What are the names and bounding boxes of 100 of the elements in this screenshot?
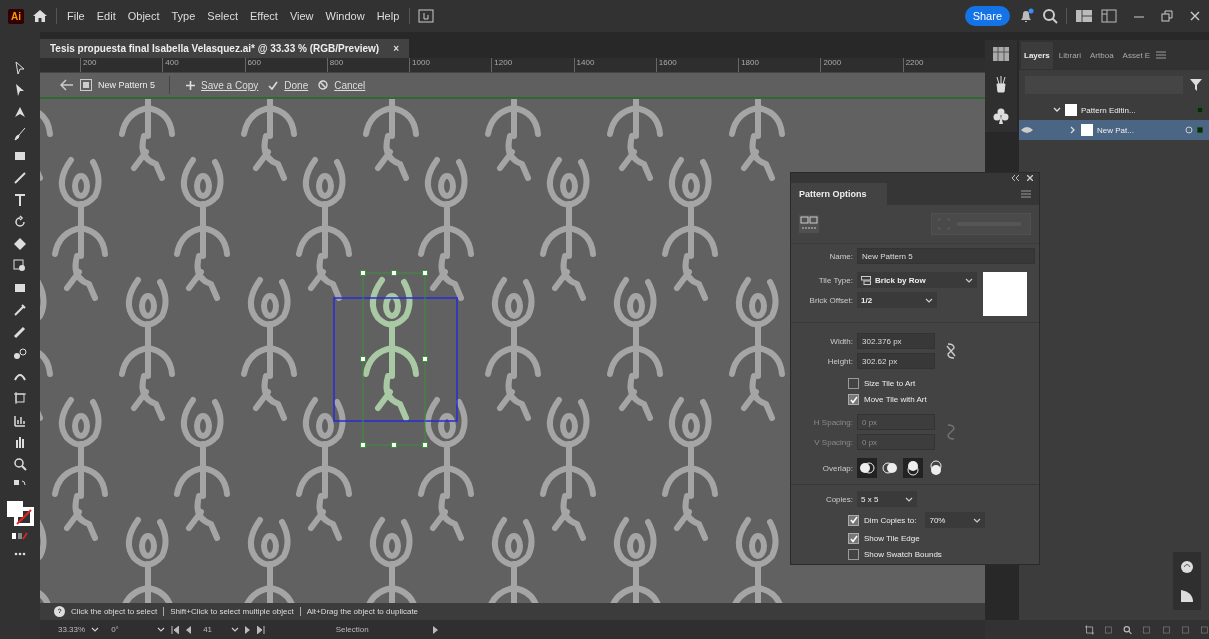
panel-tab[interactable]: Asset E — [1119, 41, 1154, 69]
checkbox[interactable] — [848, 549, 859, 560]
tile-type-dropdown[interactable]: Brick by Row — [857, 272, 977, 288]
chain-link-icon[interactable] — [945, 342, 957, 360]
close-icon[interactable] — [1027, 175, 1033, 181]
save-copy-link[interactable]: Save a Copy — [201, 79, 259, 91]
dim-opacity-dropdown[interactable]: 70% — [925, 512, 986, 528]
artboard-icon[interactable] — [1085, 623, 1095, 636]
height-field[interactable]: 302.62 px — [857, 353, 935, 369]
chevron-down-icon[interactable] — [965, 277, 973, 283]
pattern-tile-tool-icon[interactable] — [799, 215, 819, 233]
checkbox-label: Move Tile with Art — [864, 395, 927, 404]
artboard-number[interactable]: 41 — [203, 625, 226, 634]
plus-icon[interactable] — [186, 80, 196, 90]
menu-item[interactable]: Window — [323, 10, 367, 22]
menu-item[interactable]: Select — [205, 10, 240, 22]
rotation-value[interactable]: 0° — [111, 625, 152, 634]
chevron-down-icon[interactable] — [1053, 106, 1061, 114]
play-arrow-icon[interactable] — [433, 625, 440, 634]
fill-stroke-swatches-icon[interactable] — [6, 500, 34, 526]
field-label: Width: — [829, 336, 853, 346]
menu-item[interactable]: View — [287, 10, 316, 22]
type-tool-icon[interactable] — [12, 192, 28, 208]
first-artboard-icon[interactable] — [171, 625, 180, 634]
panel-tab[interactable]: Librari — [1055, 41, 1085, 69]
search-icon[interactable] — [1123, 623, 1133, 636]
home-icon[interactable] — [32, 9, 48, 23]
menu-item[interactable]: Type — [169, 10, 198, 22]
chevron-right-icon[interactable] — [1069, 126, 1077, 134]
target-circle-icon[interactable] — [1185, 126, 1193, 134]
collapse-icon[interactable] — [1011, 175, 1019, 181]
layer-row[interactable]: New Pat... — [1019, 120, 1209, 140]
menu-item[interactable]: Help — [374, 10, 402, 22]
brick-tile-icon — [861, 275, 871, 285]
brush-cup-icon[interactable] — [993, 75, 1009, 93]
color-mode-icon[interactable] — [12, 532, 28, 540]
panel-tab[interactable]: Pattern Options — [791, 183, 887, 205]
chevron-down-icon[interactable] — [905, 496, 913, 502]
checkbox-label: Show Tile Edge — [864, 534, 920, 543]
checkmark-icon[interactable] — [268, 80, 279, 90]
fill-tool-icon[interactable] — [12, 236, 28, 252]
done-link[interactable]: Done — [284, 79, 309, 91]
bell-icon[interactable] — [1018, 8, 1034, 24]
copies-dropdown[interactable]: 5 x 5 — [857, 491, 917, 507]
ruler-label: 800 — [326, 58, 410, 72]
line-tool-icon[interactable] — [12, 170, 28, 186]
overlap-option-icon[interactable] — [857, 458, 877, 478]
chevron-down-icon[interactable] — [973, 517, 982, 523]
overlap-option-icon[interactable] — [903, 458, 923, 478]
share-button[interactable]: Share — [964, 6, 1010, 26]
search-icon[interactable] — [1042, 8, 1058, 24]
back-arrow-icon[interactable] — [60, 79, 74, 91]
gradient-triangle-icon[interactable] — [1179, 587, 1195, 604]
previous-artboard-icon[interactable] — [185, 625, 192, 634]
zoom-tool-icon[interactable] — [12, 456, 28, 472]
document-tab[interactable]: Tesis propuesta final Isabella Velasquez.ai* @ 33.33 % (RGB/Preview) × — [40, 39, 409, 58]
tile-bounds-drawing[interactable] — [333, 270, 458, 448]
filter-icon[interactable] — [1189, 78, 1203, 92]
ruler-label: 1400 — [573, 58, 656, 72]
close-tab-button[interactable]: × — [393, 43, 399, 54]
grid-swatches-icon[interactable] — [993, 47, 1009, 61]
layer-row[interactable]: Pattern Editin... — [1019, 100, 1209, 120]
ruler-label: 600 — [244, 58, 327, 72]
current-tool-label: Selection — [334, 625, 370, 634]
artboard-tool-icon[interactable] — [12, 390, 28, 406]
cancel-circle-icon[interactable] — [318, 80, 329, 90]
chevron-down-icon[interactable] — [91, 627, 100, 632]
menu-item[interactable]: File — [65, 10, 87, 22]
chevron-down-icon[interactable] — [157, 627, 166, 632]
restore-icon[interactable] — [1161, 10, 1173, 22]
eye-icon[interactable] — [1020, 126, 1034, 134]
eyedropper-tool-icon[interactable] — [12, 302, 28, 318]
pencil-tool-icon[interactable] — [12, 324, 28, 340]
brush-tool-icon[interactable] — [12, 126, 28, 142]
panel-layout-icon[interactable] — [1101, 9, 1117, 23]
close-icon[interactable] — [1189, 10, 1201, 22]
layer-name: New Pat... — [1097, 125, 1134, 135]
zoom-box-tool-icon[interactable] — [12, 258, 28, 274]
club-icon[interactable] — [993, 107, 1009, 125]
brick-offset-dropdown[interactable]: 1/2 — [857, 292, 937, 308]
blend-tool-icon[interactable] — [12, 346, 28, 362]
panel-tab[interactable]: Artboa — [1087, 41, 1117, 69]
next-artboard-icon[interactable] — [245, 625, 252, 634]
checkbox[interactable] — [848, 378, 859, 389]
workspace-icon[interactable] — [1075, 9, 1093, 23]
menu-item[interactable]: Effect — [247, 10, 280, 22]
panel-tab[interactable]: Layers — [1021, 41, 1053, 69]
menu-item[interactable]: Edit — [94, 10, 118, 22]
last-artboard-icon[interactable] — [257, 625, 266, 634]
checkbox[interactable] — [848, 394, 859, 405]
width-field[interactable]: 302.376 px — [857, 333, 935, 349]
checkbox[interactable] — [848, 533, 859, 544]
cancel-link[interactable]: Cancel — [334, 79, 366, 91]
name-field[interactable]: New Pattern 5 — [857, 248, 1035, 264]
checkbox[interactable] — [848, 514, 859, 526]
chevron-down-icon[interactable] — [925, 297, 933, 303]
menu-item[interactable]: Object — [125, 10, 162, 22]
zoom-value[interactable]: 33.33% — [58, 625, 86, 634]
rotate-tool-icon[interactable] — [12, 214, 28, 230]
chevron-down-icon[interactable] — [231, 627, 240, 632]
